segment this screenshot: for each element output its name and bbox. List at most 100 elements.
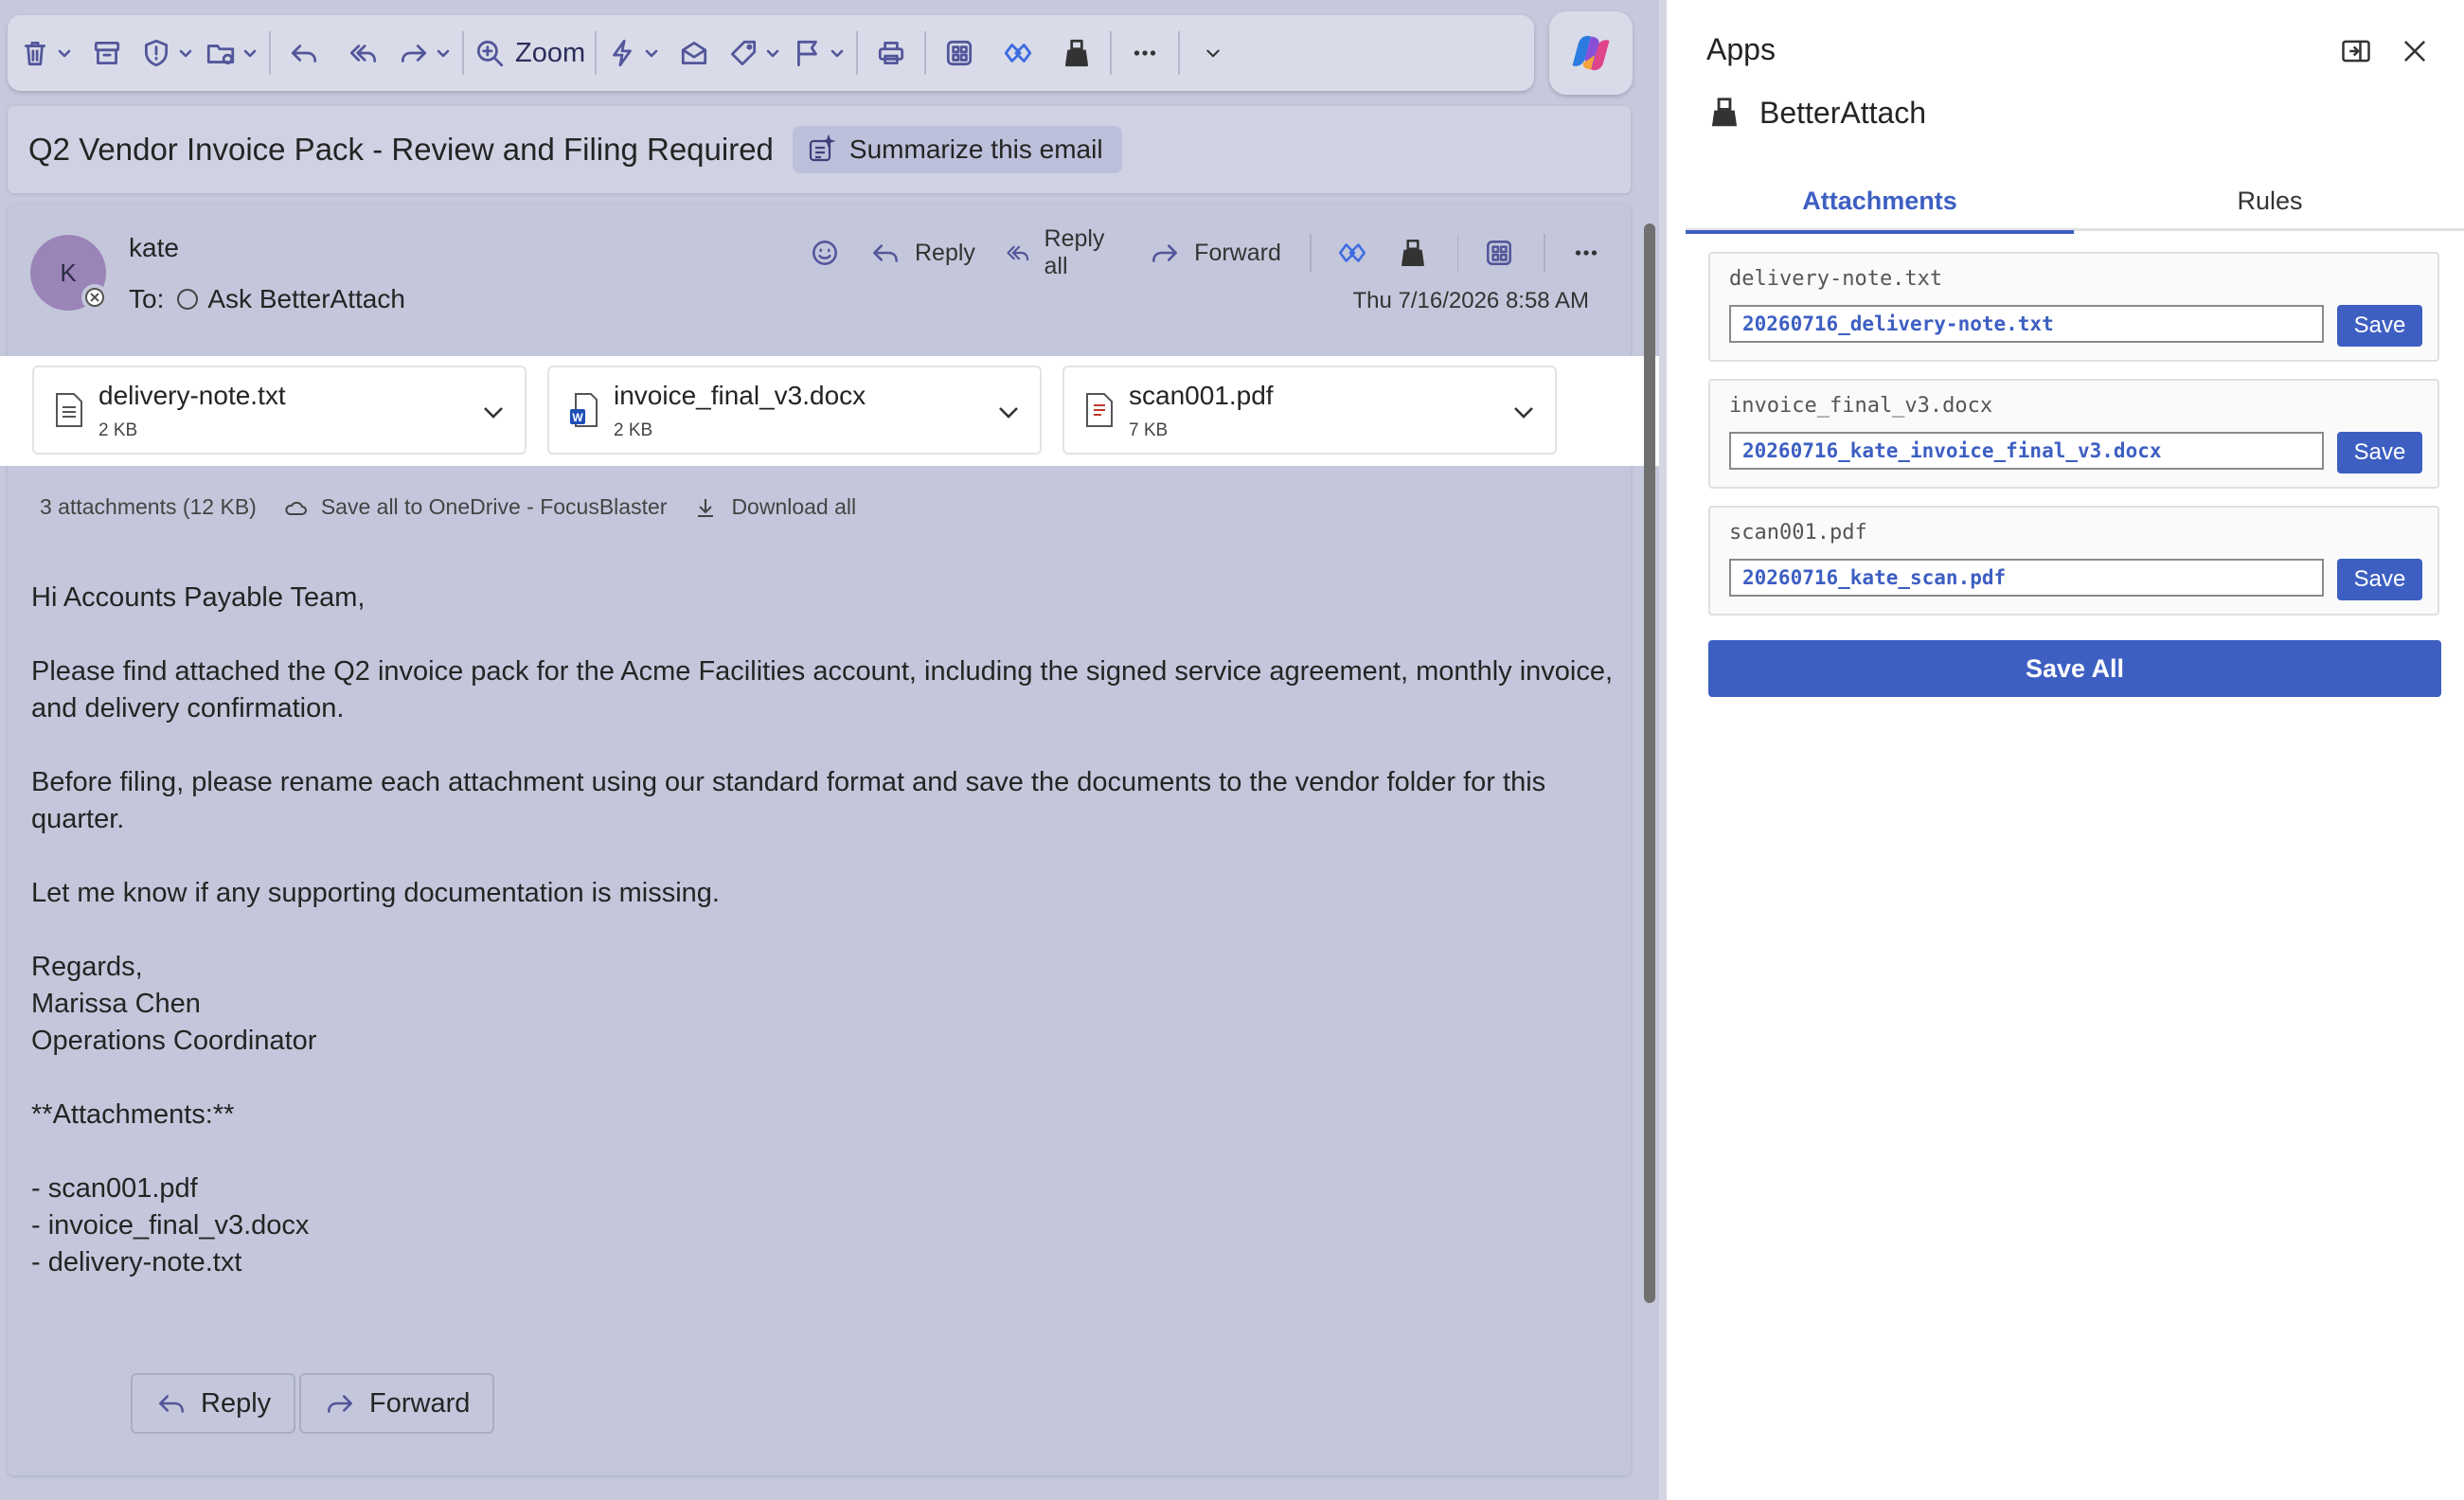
reply-all-icon (1007, 245, 1029, 261)
apps-button[interactable] (936, 27, 983, 80)
more-actions-button[interactable] (1121, 27, 1169, 80)
forward-button[interactable]: Forward (1149, 237, 1281, 269)
delete-button[interactable] (19, 27, 74, 80)
apps-grid-icon (947, 40, 973, 66)
reply-icon (291, 45, 317, 62)
reply-label: Reply (915, 239, 975, 266)
toolbar-divider (462, 31, 464, 75)
message-body: Hi Accounts Payable Team, Please find at… (31, 580, 1622, 1281)
copilot-button[interactable] (1549, 11, 1633, 95)
close-icon[interactable] (2398, 34, 2432, 68)
flag-icon (797, 40, 818, 67)
save-all-onedrive-link[interactable]: Save all to OneDrive - FocusBlaster (321, 494, 668, 520)
pane-controls (2314, 34, 2432, 68)
forward-toolbar-button[interactable] (398, 27, 453, 80)
reply-toolbar-button[interactable] (280, 27, 328, 80)
attachment-card[interactable]: W invoice_final_v3.docx 2 KB (547, 366, 1042, 455)
list-item: - delivery-note.txt (31, 1247, 242, 1277)
pane-divider[interactable] (1659, 0, 1667, 1500)
new-filename-input[interactable]: 20260716_delivery-note.txt (1729, 305, 2324, 343)
save-button[interactable]: Save (2337, 432, 2422, 473)
attachment-card[interactable]: delivery-note.txt 2 KB (32, 366, 527, 455)
chevron-down-icon[interactable] (479, 398, 508, 426)
rename-card: delivery-note.txt 20260716_delivery-note… (1708, 252, 2439, 362)
tab-rules[interactable]: Rules (2076, 170, 2464, 231)
attachment-card[interactable]: scan001.pdf 7 KB (1062, 366, 1557, 455)
chevron-down-icon (179, 49, 192, 58)
actions-divider (1309, 234, 1312, 272)
save-all-button[interactable]: Save All (1708, 640, 2441, 697)
betterattach-toolbar-button[interactable] (1053, 27, 1100, 80)
presence-blocked-icon (85, 288, 104, 307)
addin-diamond-button[interactable] (1336, 237, 1368, 269)
flag-button[interactable] (792, 27, 847, 80)
apps-button[interactable] (1483, 237, 1515, 269)
reply-all-label: Reply all (1044, 225, 1105, 279)
actions-divider (1544, 234, 1546, 272)
new-filename-input[interactable]: 20260716_kate_invoice_final_v3.docx (1729, 432, 2324, 470)
report-button[interactable] (140, 27, 195, 80)
quick-steps-button[interactable] (606, 27, 661, 80)
diamond-link-icon (1338, 243, 1366, 262)
tab-attachments[interactable]: Attachments (1686, 170, 2074, 234)
copilot-icon (1572, 35, 1610, 71)
save-button[interactable]: Save (2337, 559, 2422, 600)
betterattach-button[interactable] (1397, 237, 1429, 269)
addin-tabs: Attachments Rules (1686, 170, 2464, 234)
pin-pane-icon[interactable] (2339, 34, 2373, 68)
archive-button[interactable] (83, 27, 131, 80)
body-greeting: Hi Accounts Payable Team, (31, 582, 366, 613)
presence-badge (81, 284, 108, 311)
body-signoff: Regards, (31, 952, 143, 982)
attachment-count: 3 attachments (12 KB) (40, 494, 257, 519)
print-icon (879, 41, 904, 65)
reply-button[interactable]: Reply (869, 237, 975, 269)
mark-read-button[interactable] (670, 27, 718, 80)
reply-all-button[interactable]: Reply all (1004, 225, 1120, 280)
message-toolbar: Zoom (8, 15, 1534, 91)
text-file-icon (56, 393, 82, 427)
signature-name: Marissa Chen (31, 989, 201, 1019)
apps-pane-title: Apps (1706, 32, 1776, 66)
print-button[interactable] (867, 27, 915, 80)
new-filename-input[interactable]: 20260716_kate_scan.pdf (1729, 559, 2324, 597)
download-all-link[interactable]: Download all (731, 494, 856, 520)
save-button[interactable]: Save (2337, 305, 2422, 347)
download-icon (698, 498, 714, 517)
original-filename: invoice_final_v3.docx (1729, 394, 1993, 418)
summarize-button[interactable]: Summarize this email (792, 126, 1122, 173)
sender-name[interactable]: kate (129, 233, 179, 263)
more-actions-button[interactable] (1570, 237, 1602, 269)
attachment-name: scan001.pdf (1129, 381, 1274, 410)
toolbar-divider (1178, 31, 1181, 75)
summarize-sparkle-icon (809, 134, 836, 162)
expand-toolbar-button[interactable] (1189, 27, 1237, 80)
reply-icon (873, 244, 898, 262)
footer-forward-button[interactable]: Forward (299, 1373, 495, 1434)
toolbar-divider (1110, 31, 1113, 75)
chevron-down-icon (58, 49, 71, 58)
word-file-icon: W (570, 393, 598, 427)
svg-text:W: W (572, 411, 583, 424)
scrollbar[interactable] (1644, 223, 1655, 1303)
addin-diamond-button[interactable] (994, 27, 1042, 80)
chevron-down-icon[interactable] (994, 398, 1023, 426)
react-button[interactable] (809, 237, 841, 269)
move-button[interactable] (205, 27, 259, 80)
forward-icon (328, 1395, 352, 1413)
categorize-button[interactable] (727, 27, 782, 80)
more-icon (1575, 250, 1598, 256)
recipient-name[interactable]: Ask BetterAttach (207, 284, 405, 314)
reply-all-toolbar-button[interactable] (339, 27, 386, 80)
chevron-down-icon (1206, 49, 1220, 58)
toolbar-divider (924, 31, 927, 75)
attachment-size: 7 KB (1129, 420, 1169, 440)
chevron-down-icon (243, 49, 257, 58)
zoom-button[interactable]: Zoom (473, 27, 585, 80)
chevron-down-icon[interactable] (1509, 398, 1538, 426)
footer-forward-label: Forward (369, 1387, 471, 1419)
pdf-file-icon (1086, 393, 1113, 427)
reply-all-icon (349, 45, 377, 62)
reading-pane: Zoom Q2 Vendor Invoice Pack - Review and… (0, 0, 1659, 1500)
footer-reply-button[interactable]: Reply (131, 1373, 296, 1434)
